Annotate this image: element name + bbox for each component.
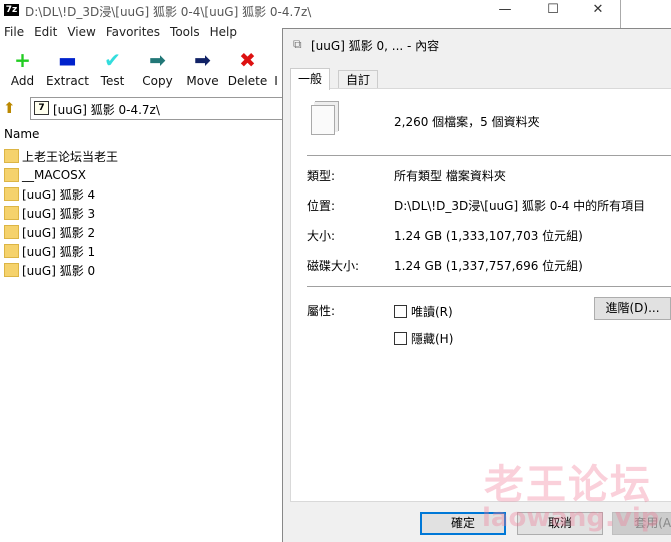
- copy-icon: ➡: [149, 48, 166, 72]
- disk-size-label: 磁碟大小:: [307, 259, 360, 273]
- toolbar-add-button[interactable]: + Add: [0, 48, 45, 88]
- move-icon: ➡: [194, 48, 211, 72]
- menu-view[interactable]: View: [63, 25, 101, 43]
- item-name: __MACOSX: [22, 168, 87, 182]
- title-bar: 7z D:\DL\!D_3D浸\[uuG] 狐影 0-4\[uuG] 狐影 0-…: [0, 0, 620, 22]
- item-name: [uuG] 狐影 4: [22, 187, 96, 202]
- folder-icon: [4, 149, 19, 163]
- toolbar-delete-button[interactable]: ✖ Delete: [225, 48, 270, 88]
- item-name: [uuG] 狐影 0: [22, 263, 96, 278]
- readonly-checkbox[interactable]: 唯讀(R): [394, 303, 453, 320]
- watermark-cn: 老王论坛: [484, 462, 652, 508]
- maximize-button[interactable]: ☐: [530, 0, 576, 22]
- folder-icon: [4, 225, 19, 239]
- toolbar-test-button[interactable]: ✔ Test: [90, 48, 135, 88]
- toolbar-move-button[interactable]: ➡ Move: [180, 48, 225, 88]
- summary: 2,260 個檔案，5 個資料夾: [394, 115, 540, 129]
- attributes-label: 屬性:: [307, 304, 336, 318]
- menu-favorites[interactable]: Favorites: [102, 25, 166, 43]
- type-label: 類型:: [307, 169, 336, 183]
- toolbar-label: Move: [186, 74, 219, 88]
- menu-help[interactable]: Help: [206, 25, 243, 43]
- hidden-label: 隱藏(H): [411, 332, 454, 346]
- i-icon: [270, 48, 282, 72]
- item-name: [uuG] 狐影 3: [22, 206, 96, 221]
- menu-bar: File Edit View Favorites Tools Help: [0, 25, 243, 43]
- folder-icon: [4, 244, 19, 258]
- location-value: D:\DL\!D_3D浸\[uuG] 狐影 0-4 中的所有項目: [394, 199, 646, 213]
- divider: [307, 286, 671, 287]
- extract-icon: ▬: [58, 48, 77, 72]
- close-button[interactable]: ✕: [575, 0, 621, 22]
- item-name: [uuG] 狐影 2: [22, 225, 96, 240]
- disk-size-value: 1.24 GB (1,337,757,696 位元組): [394, 259, 583, 273]
- tab-general[interactable]: 一般: [290, 68, 331, 90]
- files-icon: [311, 105, 335, 135]
- watermark-en: laowang.vip: [482, 503, 660, 533]
- readonly-label: 唯讀(R): [411, 305, 453, 319]
- dialog-title: [uuG] 狐影 0, ... - 內容: [311, 39, 440, 53]
- toolbar-label: Add: [10, 74, 35, 88]
- 7zip-logo-icon: 7z: [4, 4, 19, 16]
- menu-file[interactable]: File: [0, 25, 30, 43]
- toolbar-label: Extract: [46, 74, 89, 88]
- size-label: 大小:: [307, 229, 336, 243]
- window-title: D:\DL\!D_3D浸\[uuG] 狐影 0-4\[uuG] 狐影 0-4.7…: [25, 5, 312, 19]
- toolbar-label: Test: [100, 74, 125, 88]
- toolbar-label: I: [274, 74, 278, 88]
- folder-icon: [4, 206, 19, 220]
- address-text: [uuG] 狐影 0-4.7z\: [53, 103, 160, 117]
- menu-edit[interactable]: Edit: [30, 25, 63, 43]
- advanced-button[interactable]: 進階(D)...: [594, 297, 671, 320]
- add-icon: +: [14, 48, 31, 72]
- folder-icon: [4, 263, 19, 277]
- minimize-button[interactable]: —: [482, 0, 528, 22]
- list-item[interactable]: 上老王论坛当老王: [4, 147, 118, 165]
- toolbar-copy-button[interactable]: ➡ Copy: [135, 48, 180, 88]
- menu-tools[interactable]: Tools: [166, 25, 206, 43]
- location-label: 位置:: [307, 199, 336, 213]
- toolbar-extract-button[interactable]: ▬ Extract: [45, 48, 90, 88]
- toolbar: + Add ▬ Extract ✔ Test ➡ Copy ➡ Move ✖ Delete I: [0, 48, 282, 88]
- column-header-name[interactable]: Name: [4, 127, 39, 141]
- address-bar[interactable]: 7 [uuG] 狐影 0-4.7z\: [30, 97, 292, 120]
- divider: [307, 155, 671, 156]
- type-value: 所有類型 檔案資料夾: [394, 169, 506, 183]
- list-item[interactable]: [uuG] 狐影 3: [4, 204, 95, 222]
- archive-icon: 7: [34, 101, 49, 115]
- up-folder-icon[interactable]: ⬆: [3, 99, 16, 117]
- toolbar-label: Delete: [227, 74, 268, 88]
- size-value: 1.24 GB (1,333,107,703 位元組): [394, 229, 583, 243]
- hidden-checkbox[interactable]: 隱藏(H): [394, 330, 453, 347]
- tab-custom[interactable]: 自訂: [338, 70, 379, 89]
- general-panel: 2,260 個檔案，5 個資料夾 類型: 所有類型 檔案資料夾 位置: D:\D…: [290, 88, 671, 502]
- list-item[interactable]: __MACOSX: [4, 166, 86, 184]
- delete-icon: ✖: [239, 48, 256, 72]
- list-item[interactable]: [uuG] 狐影 4: [4, 185, 95, 203]
- folder-icon: [4, 187, 19, 201]
- toolbar-i-button[interactable]: I: [270, 48, 282, 88]
- list-item[interactable]: [uuG] 狐影 2: [4, 223, 95, 241]
- toolbar-label: Copy: [142, 74, 173, 88]
- test-icon: ✔: [104, 48, 121, 72]
- item-name: 上老王论坛当老王: [22, 149, 119, 164]
- item-name: [uuG] 狐影 1: [22, 244, 96, 259]
- folder-icon: [4, 168, 19, 182]
- properties-icon: ⧉: [293, 37, 302, 51]
- list-item[interactable]: [uuG] 狐影 0: [4, 261, 95, 279]
- list-item[interactable]: [uuG] 狐影 1: [4, 242, 95, 260]
